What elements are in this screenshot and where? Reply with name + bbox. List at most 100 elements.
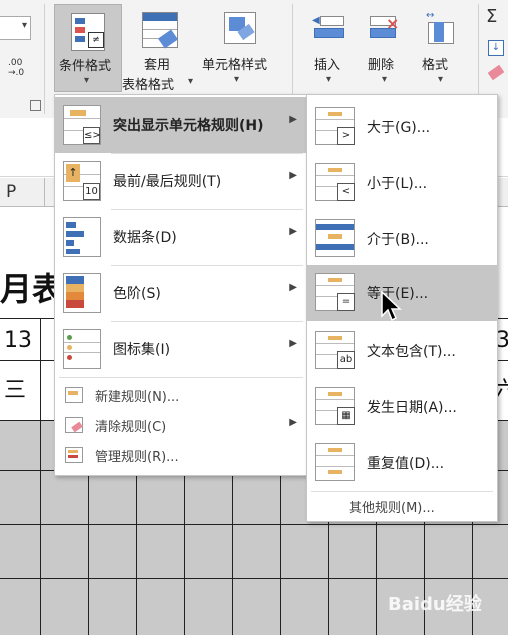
clear-rules-icon xyxy=(65,417,83,433)
cell-value[interactable]: 13 xyxy=(4,328,32,353)
menu-item-label: 色阶(S) xyxy=(113,286,161,302)
format-button[interactable]: ↔ 格式 ▾ xyxy=(414,4,468,92)
submenu-item-label: 大于(G)... xyxy=(367,120,431,136)
chevron-right-icon: ▶ xyxy=(289,114,297,125)
menu-item-label: 数据条(D) xyxy=(113,230,177,246)
submenu-item-greater-than[interactable]: > 大于(G)... xyxy=(307,99,497,155)
cell-styles-icon xyxy=(224,12,256,44)
submenu-item-label: 小于(L)... xyxy=(367,176,428,192)
greater-than-icon: > xyxy=(315,107,355,145)
text-contains-icon: ab xyxy=(315,331,355,369)
cell-styles-button[interactable]: 单元格样式 ▾ xyxy=(198,4,282,92)
less-than-icon: < xyxy=(315,163,355,201)
manage-rules-icon xyxy=(65,447,83,463)
delete-label: 删除 xyxy=(368,58,395,73)
chevron-down-icon: ▾ xyxy=(188,76,194,87)
format-as-table-button[interactable]: 套用 表格格式 ▾ xyxy=(122,4,198,93)
chevron-right-icon: ▶ xyxy=(289,338,297,349)
menu-item-color-scales[interactable]: 色阶(S) ▶ xyxy=(55,265,307,321)
insert-label: 插入 xyxy=(314,58,341,73)
delete-icon: × xyxy=(368,10,400,44)
submenu-item-less-than[interactable]: < 小于(L)... xyxy=(307,155,497,211)
menu-item-label: 突出显示单元格规则(H) xyxy=(113,118,264,134)
submenu-item-text-contains[interactable]: ab 文本包含(T)... xyxy=(307,323,497,379)
submenu-item-more-rules[interactable]: 其他规则(M)... xyxy=(307,493,497,519)
chevron-right-icon: ▶ xyxy=(289,226,297,237)
table-format-label-line2: 表格格式 xyxy=(122,78,175,93)
date-occurring-icon: ▦ xyxy=(315,387,355,425)
autosum-button[interactable]: Σ xyxy=(486,6,506,28)
conditional-formatting-button[interactable]: ≠ 条件格式 ▾ xyxy=(54,4,122,92)
submenu-item-label: 介于(B)... xyxy=(367,232,429,248)
submenu-item-label: 重复值(D)... xyxy=(367,456,445,472)
cell-value[interactable]: 三 xyxy=(4,372,26,404)
menu-divider xyxy=(59,377,303,378)
format-label: 格式 xyxy=(422,58,449,73)
menu-item-top-bottom-rules[interactable]: ↑ 10 最前/最后规则(T) ▶ xyxy=(55,153,307,209)
menu-item-highlight-cell-rules[interactable]: ≤> 突出显示单元格规则(H) ▶ xyxy=(55,97,307,153)
menu-item-label: 管理规则(R)... xyxy=(95,450,179,465)
menu-item-label: 新建规则(N)... xyxy=(95,390,180,405)
cell-styles-label: 单元格样式 xyxy=(202,58,268,73)
clear-icon[interactable] xyxy=(487,64,505,81)
grid-line xyxy=(0,524,508,525)
submenu-item-duplicate-values[interactable]: 重复值(D)... xyxy=(307,435,497,491)
menu-item-label: 最前/最后规则(T) xyxy=(113,174,222,190)
between-icon xyxy=(315,219,355,257)
chevron-down-icon: ▾ xyxy=(438,74,444,85)
color-scales-icon xyxy=(63,273,101,313)
chevron-right-icon: ▶ xyxy=(289,282,297,293)
menu-divider xyxy=(311,491,493,492)
dialog-launcher-icon[interactable] xyxy=(30,100,41,111)
conditional-formatting-label: 条件格式 xyxy=(59,59,112,74)
menu-item-clear-rules[interactable]: 清除规则(C) ▶ xyxy=(55,411,307,439)
equal-to-icon: = xyxy=(315,273,355,311)
grid-line xyxy=(40,420,41,635)
decrease-decimal-button[interactable]: .00 →.0 xyxy=(8,58,32,82)
conditional-formatting-menu: ≤> 突出显示单元格规则(H) ▶ ↑ 10 最前/最后规则(T) ▶ 数据条(… xyxy=(54,94,308,476)
autosum-icon: Σ xyxy=(486,6,498,27)
submenu-item-date-occurring[interactable]: ▦ 发生日期(A)... xyxy=(307,379,497,435)
highlight-cell-rules-icon: ≤> xyxy=(63,105,101,145)
conditional-formatting-icon: ≠ xyxy=(71,13,105,51)
submenu-item-label: 其他规则(M)... xyxy=(349,501,435,516)
mouse-cursor-icon xyxy=(381,291,402,322)
column-header-p[interactable]: P xyxy=(0,178,45,206)
top-bottom-rules-icon: ↑ 10 xyxy=(63,161,101,201)
delete-button[interactable]: × 删除 ▾ xyxy=(358,4,412,92)
ribbon-separator xyxy=(44,4,45,114)
data-bars-icon xyxy=(63,217,101,257)
chevron-down-icon: ▾ xyxy=(84,75,90,86)
new-rule-icon xyxy=(65,387,83,403)
format-icon: ↔ xyxy=(424,10,456,44)
menu-item-data-bars[interactable]: 数据条(D) ▶ xyxy=(55,209,307,265)
menu-item-icon-sets[interactable]: 图标集(I) ▶ xyxy=(55,321,307,377)
submenu-item-label: 发生日期(A)... xyxy=(367,400,457,416)
table-format-icon xyxy=(142,12,178,49)
table-format-label-line1: 套用 xyxy=(144,58,171,73)
insert-icon: ◀ xyxy=(312,10,344,44)
chevron-right-icon: ▶ xyxy=(289,170,297,181)
menu-item-label: 清除规则(C) xyxy=(95,420,167,435)
cell-divider xyxy=(40,318,41,420)
decrease-decimal-label: .00 →.0 xyxy=(8,58,25,78)
highlight-cell-rules-submenu: > 大于(G)... < 小于(L)... 介于(B)... = 等于(E)..… xyxy=(306,94,498,522)
submenu-item-equal-to[interactable]: = 等于(E)... xyxy=(307,265,497,322)
submenu-item-between[interactable]: 介于(B)... xyxy=(307,211,497,267)
chevron-down-icon: ▾ xyxy=(234,74,240,85)
chevron-down-icon: ▾ xyxy=(326,74,332,85)
column-header-label: P xyxy=(6,182,17,202)
menu-item-new-rule[interactable]: 新建规则(N)... xyxy=(55,381,307,409)
menu-item-label: 图标集(I) xyxy=(113,342,171,358)
chevron-right-icon: ▶ xyxy=(289,417,297,428)
fill-icon[interactable]: ↓ xyxy=(488,40,504,56)
icon-sets-icon xyxy=(63,329,101,369)
grid-line xyxy=(0,578,508,579)
menu-item-manage-rules[interactable]: 管理规则(R)... xyxy=(55,441,307,469)
duplicate-values-icon xyxy=(315,443,355,481)
chevron-down-icon: ▾ xyxy=(382,74,388,85)
insert-button[interactable]: ◀ 插入 ▾ xyxy=(302,4,356,92)
font-size-combobox[interactable]: ▾ xyxy=(0,16,31,40)
watermark: Baidu经验 xyxy=(388,594,482,615)
chevron-down-icon: ▾ xyxy=(21,20,27,31)
